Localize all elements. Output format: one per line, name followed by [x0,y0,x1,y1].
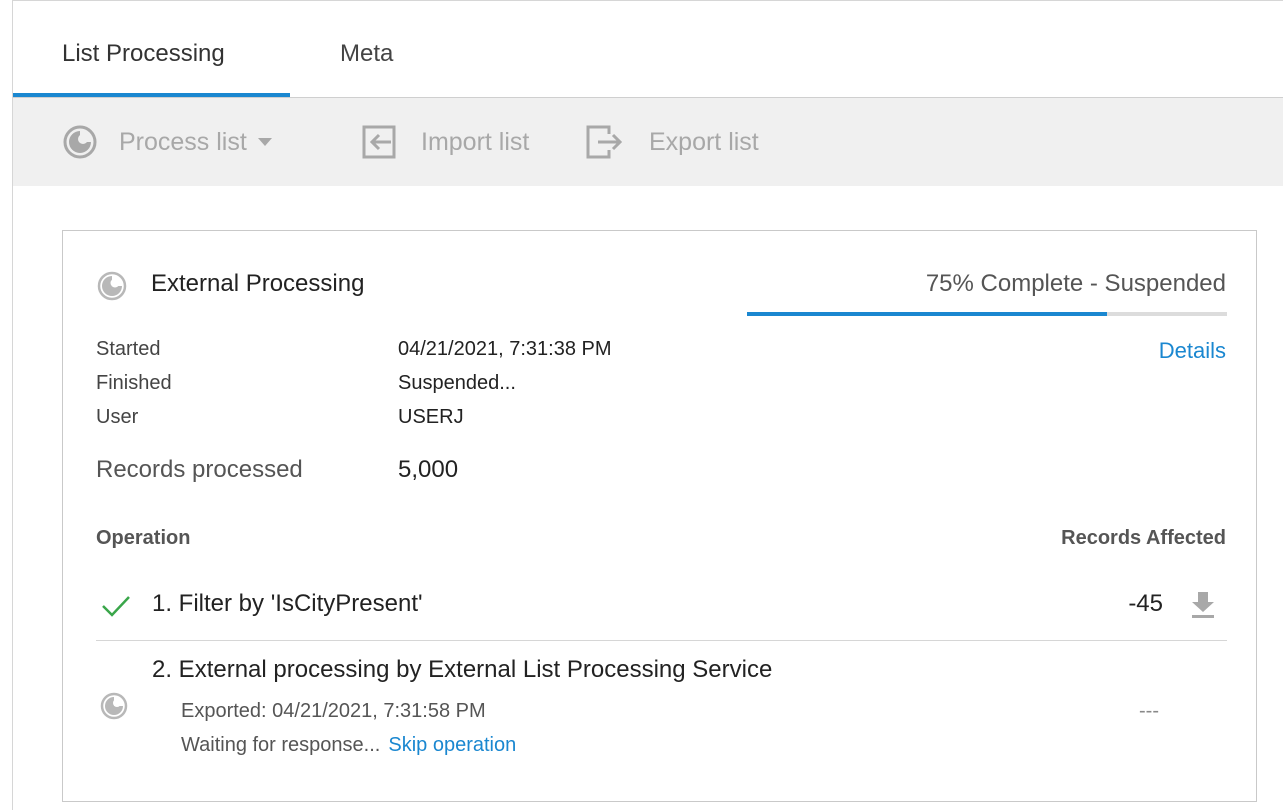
user-value: USERJ [398,406,464,428]
skip-operation-link[interactable]: Skip operation [388,734,516,756]
finished-label: Finished [96,372,172,394]
import-list-button[interactable]: Import list [361,98,529,186]
caret-down-icon [257,137,273,147]
progress-fill [747,312,1107,316]
card-title: External Processing [151,270,365,297]
waiting-text: Waiting for response... [181,734,381,756]
export-icon [585,124,623,160]
operation-2-count: --- [1139,700,1159,722]
tab-meta[interactable]: Meta [340,40,393,68]
records-affected-header: Records Affected [1061,527,1226,549]
details-link[interactable]: Details [1159,338,1226,364]
export-list-button[interactable]: Export list [585,98,759,186]
export-list-label: Export list [649,127,759,156]
process-list-label: Process list [119,127,247,156]
toolbar: Process list Import list Export list [13,98,1283,186]
records-processed-value: 5,000 [398,456,459,483]
tab-list-processing[interactable]: List Processing [62,40,225,68]
user-label: User [96,406,139,428]
tab-bar: List Processing Meta [13,0,1283,98]
import-icon [361,124,397,160]
records-processed-label: Records processed [96,456,303,483]
processing-icon [100,692,128,725]
check-icon [101,594,131,623]
status-text: 75% Complete - Suspended [925,270,1226,297]
operation-2-status: Waiting for response... Skip operation [181,734,516,757]
progress-bar [747,312,1227,316]
download-icon[interactable] [1189,590,1217,625]
processing-icon [97,271,127,306]
operation-2-exported: Exported: 04/21/2021, 7:31:58 PM [181,700,486,722]
import-list-label: Import list [421,127,530,156]
active-tab-indicator [13,93,290,97]
process-list-button[interactable]: Process list [63,98,273,186]
started-value: 04/21/2021, 7:31:38 PM [398,338,612,360]
processing-icon [63,125,97,159]
operation-header: Operation [96,527,191,549]
operation-1-text: 1. Filter by 'IsCityPresent' [152,590,423,617]
finished-value: Suspended... [398,372,516,394]
row-divider [96,640,1227,641]
operation-1-count: -45 [1128,590,1163,617]
started-label: Started [96,338,161,360]
operation-2-text: 2. External processing by External List … [152,656,773,683]
